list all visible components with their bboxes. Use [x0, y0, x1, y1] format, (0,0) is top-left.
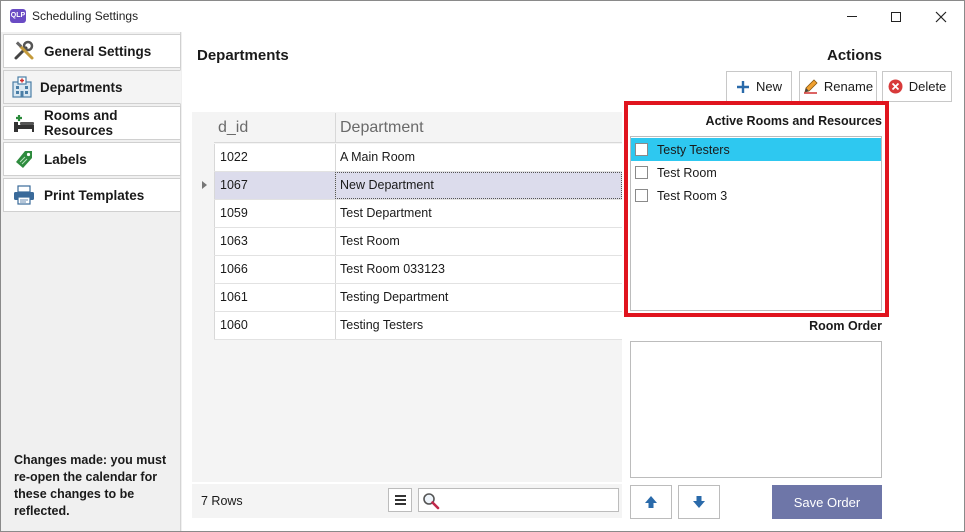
cell-department: Testing Testers [335, 312, 622, 339]
delete-button[interactable]: Delete [882, 71, 952, 102]
minimize-button[interactable] [829, 1, 875, 32]
current-row-indicator-icon [202, 181, 207, 189]
list-item-label: Testy Testers [657, 142, 730, 157]
list-item[interactable]: Testy Testers [631, 138, 881, 161]
menu-icon [394, 495, 406, 497]
cell-department: A Main Room [335, 144, 622, 171]
active-rooms-list[interactable]: Testy Testers Test Room Test Room 3 [630, 136, 882, 311]
sidebar-item-label: Labels [44, 151, 87, 167]
sidebar-item-general-settings[interactable]: General Settings [3, 34, 181, 68]
pencil-icon [803, 79, 818, 94]
title-bar: QLP Scheduling Settings [1, 1, 964, 32]
sidebar-item-label: Print Templates [44, 187, 145, 203]
column-header-d-id[interactable]: d_id [218, 113, 336, 143]
cell-d-id: 1022 [214, 144, 335, 171]
table-row[interactable]: 1066 Test Room 033123 [214, 256, 622, 284]
cell-department: Test Room 033123 [335, 256, 622, 283]
search-input[interactable] [443, 491, 615, 509]
delete-icon [888, 79, 903, 94]
cell-d-id: 1059 [214, 200, 335, 227]
list-item[interactable]: Test Room [631, 161, 881, 184]
list-item-label: Test Room 3 [657, 188, 728, 203]
sidebar: General Settings Departments Rooms and R… [1, 32, 181, 531]
room-order-list[interactable] [630, 341, 882, 478]
rename-button-label: Rename [823, 79, 874, 94]
hospital-icon [10, 76, 34, 98]
search-icon [423, 493, 440, 510]
sidebar-item-departments[interactable]: Departments [3, 70, 181, 104]
plus-icon [736, 80, 749, 93]
grid-footer: 7 Rows [192, 484, 622, 518]
cell-d-id: 1067 [214, 172, 335, 199]
list-item-label: Test Room [657, 165, 717, 180]
cell-d-id: 1063 [214, 228, 335, 255]
app-logo-icon: QLP [10, 9, 26, 23]
tag-icon [12, 148, 36, 170]
table-row[interactable]: 1059 Test Department [214, 200, 622, 228]
cell-department: Test Room [335, 228, 622, 255]
table-row[interactable]: 1022 A Main Room [214, 144, 622, 172]
changes-note: Changes made: you must re-open the calen… [14, 453, 167, 518]
sidebar-item-label: General Settings [44, 43, 152, 59]
grid-header: d_id Department [214, 113, 622, 143]
tools-icon [12, 40, 36, 62]
checkbox[interactable] [635, 189, 648, 202]
row-count: 7 Rows [201, 494, 243, 508]
table-row[interactable]: 1067 New Department [214, 172, 622, 200]
list-item[interactable]: Test Room 3 [631, 184, 881, 207]
printer-icon [12, 184, 36, 206]
grid-menu-button[interactable] [388, 488, 412, 512]
arrow-down-icon [693, 496, 705, 508]
menu-icon-line [394, 499, 406, 501]
search-box[interactable] [418, 488, 619, 512]
arrow-up-icon [645, 496, 657, 508]
cell-d-id: 1066 [214, 256, 335, 283]
maximize-button[interactable] [873, 1, 919, 32]
cell-d-id: 1060 [214, 312, 335, 339]
cell-department[interactable]: New Department [335, 172, 622, 199]
new-button[interactable]: New [726, 71, 792, 102]
sidebar-item-label: Departments [40, 79, 123, 95]
column-header-department[interactable]: Department [335, 113, 622, 143]
new-button-label: New [755, 79, 782, 94]
sidebar-item-labels[interactable]: Labels [3, 142, 181, 176]
table-row[interactable]: 1060 Testing Testers [214, 312, 622, 340]
checkbox[interactable] [635, 143, 648, 156]
departments-heading: Departments [197, 47, 289, 64]
sidebar-item-label: Rooms and Resources [44, 108, 118, 138]
minimize-icon [847, 16, 857, 17]
active-rooms-label: Active Rooms and Resources [705, 114, 882, 128]
main-panel: Departments Actions New Rename Delete d_… [182, 32, 964, 531]
checkbox[interactable] [635, 166, 648, 179]
rename-button[interactable]: Rename [799, 71, 877, 102]
close-button[interactable] [918, 1, 964, 32]
departments-grid: d_id Department 1022 A Main Room 1067 Ne… [192, 112, 622, 482]
sidebar-item-print-templates[interactable]: Print Templates [3, 178, 181, 212]
close-icon [935, 11, 947, 22]
table-row[interactable]: 1061 Testing Department [214, 284, 622, 312]
bed-icon [12, 112, 36, 134]
actions-heading: Actions [827, 47, 883, 64]
window-title: Scheduling Settings [32, 9, 139, 23]
move-down-button[interactable] [678, 485, 720, 519]
delete-button-label: Delete [908, 79, 947, 94]
cell-department: Testing Department [335, 284, 622, 311]
cell-department: Test Department [335, 200, 622, 227]
cell-d-id: 1061 [214, 284, 335, 311]
room-order-label: Room Order [809, 319, 882, 333]
save-order-button[interactable]: Save Order [772, 485, 882, 519]
move-up-button[interactable] [630, 485, 672, 519]
scheduling-settings-window: QLP Scheduling Settings General Settings [0, 0, 965, 532]
menu-icon-line [394, 503, 406, 505]
sidebar-item-rooms-and-resources[interactable]: Rooms and Resources [3, 106, 181, 140]
maximize-icon [891, 11, 901, 22]
table-row[interactable]: 1063 Test Room [214, 228, 622, 256]
